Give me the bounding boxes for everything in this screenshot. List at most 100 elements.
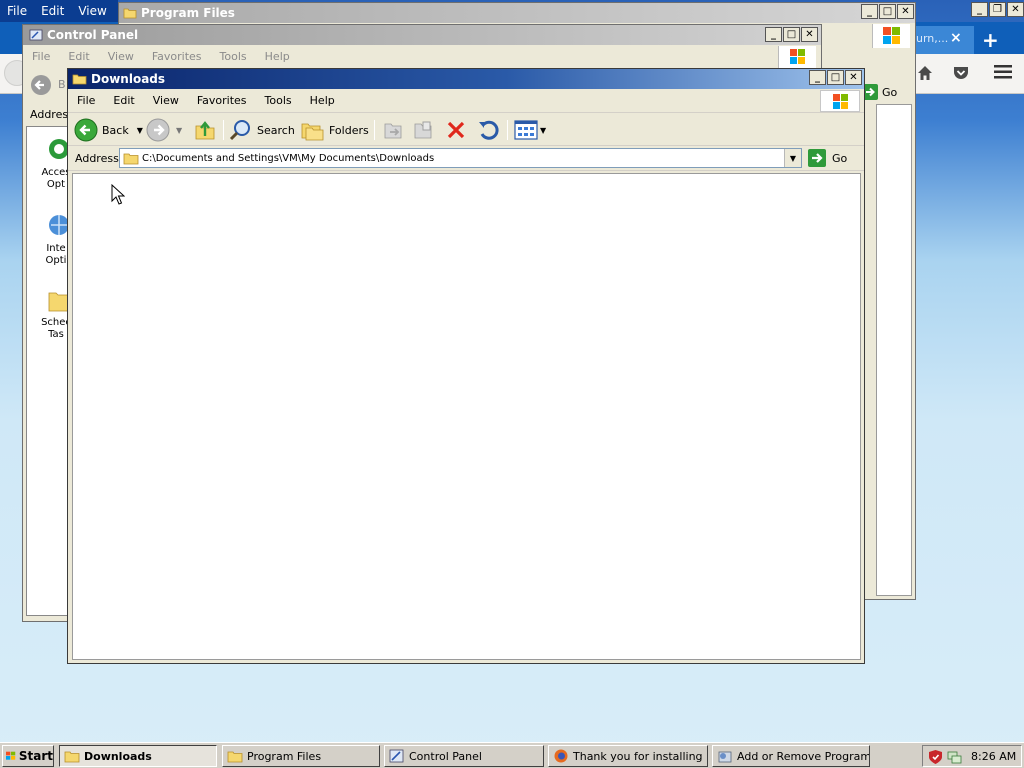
firefox-window-controls: _ ❐ ✕ xyxy=(970,2,1024,17)
delete-button[interactable] xyxy=(445,117,467,143)
address-dropdown-icon[interactable]: ▼ xyxy=(784,149,801,167)
downloads-title: Downloads xyxy=(91,72,166,86)
minimize-icon[interactable]: _ xyxy=(971,2,988,17)
add-remove-programs-icon xyxy=(718,751,732,763)
home-icon[interactable] xyxy=(916,64,934,82)
menu-file[interactable]: File xyxy=(68,94,104,107)
back-button[interactable]: Back ▼ xyxy=(74,117,143,143)
views-button[interactable]: ▼ xyxy=(514,117,546,143)
copy-to-button[interactable] xyxy=(412,117,434,143)
shield-icon[interactable] xyxy=(928,749,943,765)
cp-menu-file[interactable]: File xyxy=(23,50,59,63)
go-label: Go xyxy=(832,151,848,165)
cp-menu-tools[interactable]: Tools xyxy=(211,50,256,63)
toolbar-separator xyxy=(374,120,375,140)
menu-favorites[interactable]: Favorites xyxy=(188,94,256,107)
go-arrow-icon xyxy=(808,149,826,167)
firefox-menu-file[interactable]: File xyxy=(0,4,34,18)
firefox-menu-view[interactable]: View xyxy=(71,4,113,18)
control-panel-window-controls: _ □ ✕ xyxy=(764,27,818,42)
forward-button[interactable]: ▼ xyxy=(146,117,182,143)
address-bar: Address ▼ Go xyxy=(68,147,864,171)
go-button[interactable]: Go xyxy=(808,148,847,168)
forward-dropdown-icon[interactable]: ▼ xyxy=(176,126,182,135)
program-files-title: Program Files xyxy=(141,6,235,20)
folders-button[interactable]: Folders xyxy=(300,117,369,143)
task-downloads[interactable]: Downloads xyxy=(59,745,217,767)
search-button[interactable]: Search xyxy=(229,117,295,143)
control-panel-content: Acces Opt Inte Opti Schec Tas xyxy=(26,126,71,616)
menu-tools[interactable]: Tools xyxy=(256,94,301,107)
downloads-toolbar: Back ▼ ▼ Search Folders ▼ xyxy=(68,114,864,146)
address-box[interactable]: ▼ xyxy=(119,148,802,168)
back-label: Back xyxy=(102,123,129,137)
cp-menu-help[interactable]: Help xyxy=(256,50,299,63)
menu-edit[interactable]: Edit xyxy=(104,94,143,107)
maximize-icon[interactable]: □ xyxy=(879,4,896,19)
address-input[interactable] xyxy=(142,150,782,166)
address-label: Address xyxy=(75,152,119,165)
task-label: Control Panel xyxy=(409,749,482,763)
close-icon[interactable]: ✕ xyxy=(897,4,914,19)
minimize-icon[interactable]: _ xyxy=(765,27,782,42)
undo-button[interactable] xyxy=(477,117,499,143)
start-label: Start xyxy=(18,749,53,763)
cp-menu-edit[interactable]: Edit xyxy=(59,50,98,63)
move-to-icon xyxy=(384,123,402,139)
program-files-go-button[interactable]: Go xyxy=(862,82,912,102)
cp-menu-favorites[interactable]: Favorites xyxy=(143,50,211,63)
back-arrow-icon[interactable] xyxy=(30,74,52,96)
move-to-button[interactable] xyxy=(382,117,404,143)
firefox-menu-edit[interactable]: Edit xyxy=(34,4,71,18)
downloads-menu-bar: File Edit View Favorites Tools Help xyxy=(68,89,864,113)
firefox-tab[interactable]: urn,... xyxy=(912,26,974,54)
toolbar-separator xyxy=(223,120,224,140)
up-folder-icon xyxy=(195,121,215,140)
toolbar-separator xyxy=(507,120,508,140)
file-list-area[interactable] xyxy=(72,173,861,660)
task-label: Program Files xyxy=(247,749,322,763)
firefox-tab-label: urn,... xyxy=(916,32,949,45)
minimize-icon[interactable]: _ xyxy=(809,70,826,85)
control-panel-toolbar: B xyxy=(24,68,70,102)
delete-icon xyxy=(447,121,465,139)
views-dropdown-icon[interactable]: ▼ xyxy=(540,126,546,135)
cp-back-label: B xyxy=(58,78,66,91)
task-firefox[interactable]: Thank you for installing P... xyxy=(548,745,708,767)
task-control-panel[interactable]: Control Panel xyxy=(384,745,544,767)
folder-icon xyxy=(72,74,87,85)
restore-icon[interactable]: ❐ xyxy=(989,2,1006,17)
pocket-icon[interactable] xyxy=(952,64,970,82)
clock[interactable]: 8:26 AM xyxy=(971,750,1016,763)
downloads-title-bar[interactable]: Downloads xyxy=(68,69,864,89)
copy-to-icon xyxy=(414,121,432,139)
cp-address-label: Addres xyxy=(30,108,69,121)
firefox-tab-close-icon[interactable]: × xyxy=(950,30,962,46)
minimize-icon[interactable]: _ xyxy=(861,4,878,19)
task-program-files[interactable]: Program Files xyxy=(222,745,380,767)
folder-icon xyxy=(227,751,243,763)
internet-options-icon xyxy=(49,215,69,235)
menu-help[interactable]: Help xyxy=(301,94,344,107)
search-icon xyxy=(229,120,250,141)
task-add-remove-programs[interactable]: Add or Remove Programs xyxy=(712,745,870,767)
network-icon[interactable] xyxy=(946,749,962,765)
folders-icon xyxy=(301,123,324,141)
maximize-icon[interactable]: □ xyxy=(783,27,800,42)
firefox-new-tab-icon[interactable]: + xyxy=(982,28,999,52)
program-files-content xyxy=(876,104,912,596)
close-icon[interactable]: ✕ xyxy=(845,70,862,85)
menu-view[interactable]: View xyxy=(144,94,188,107)
start-button[interactable]: Start xyxy=(2,745,54,767)
up-folder-button[interactable] xyxy=(194,117,216,143)
program-files-title-bar[interactable]: Program Files xyxy=(119,3,915,23)
maximize-icon[interactable]: □ xyxy=(827,70,844,85)
control-panel-title-bar[interactable]: Control Panel xyxy=(23,25,821,45)
close-icon[interactable]: ✕ xyxy=(1007,2,1024,17)
folder-icon xyxy=(64,751,80,763)
close-icon[interactable]: ✕ xyxy=(801,27,818,42)
forward-arrow-icon xyxy=(146,118,170,142)
cp-menu-view[interactable]: View xyxy=(99,50,143,63)
back-dropdown-icon[interactable]: ▼ xyxy=(137,126,143,135)
hamburger-menu-icon[interactable] xyxy=(994,64,1012,80)
